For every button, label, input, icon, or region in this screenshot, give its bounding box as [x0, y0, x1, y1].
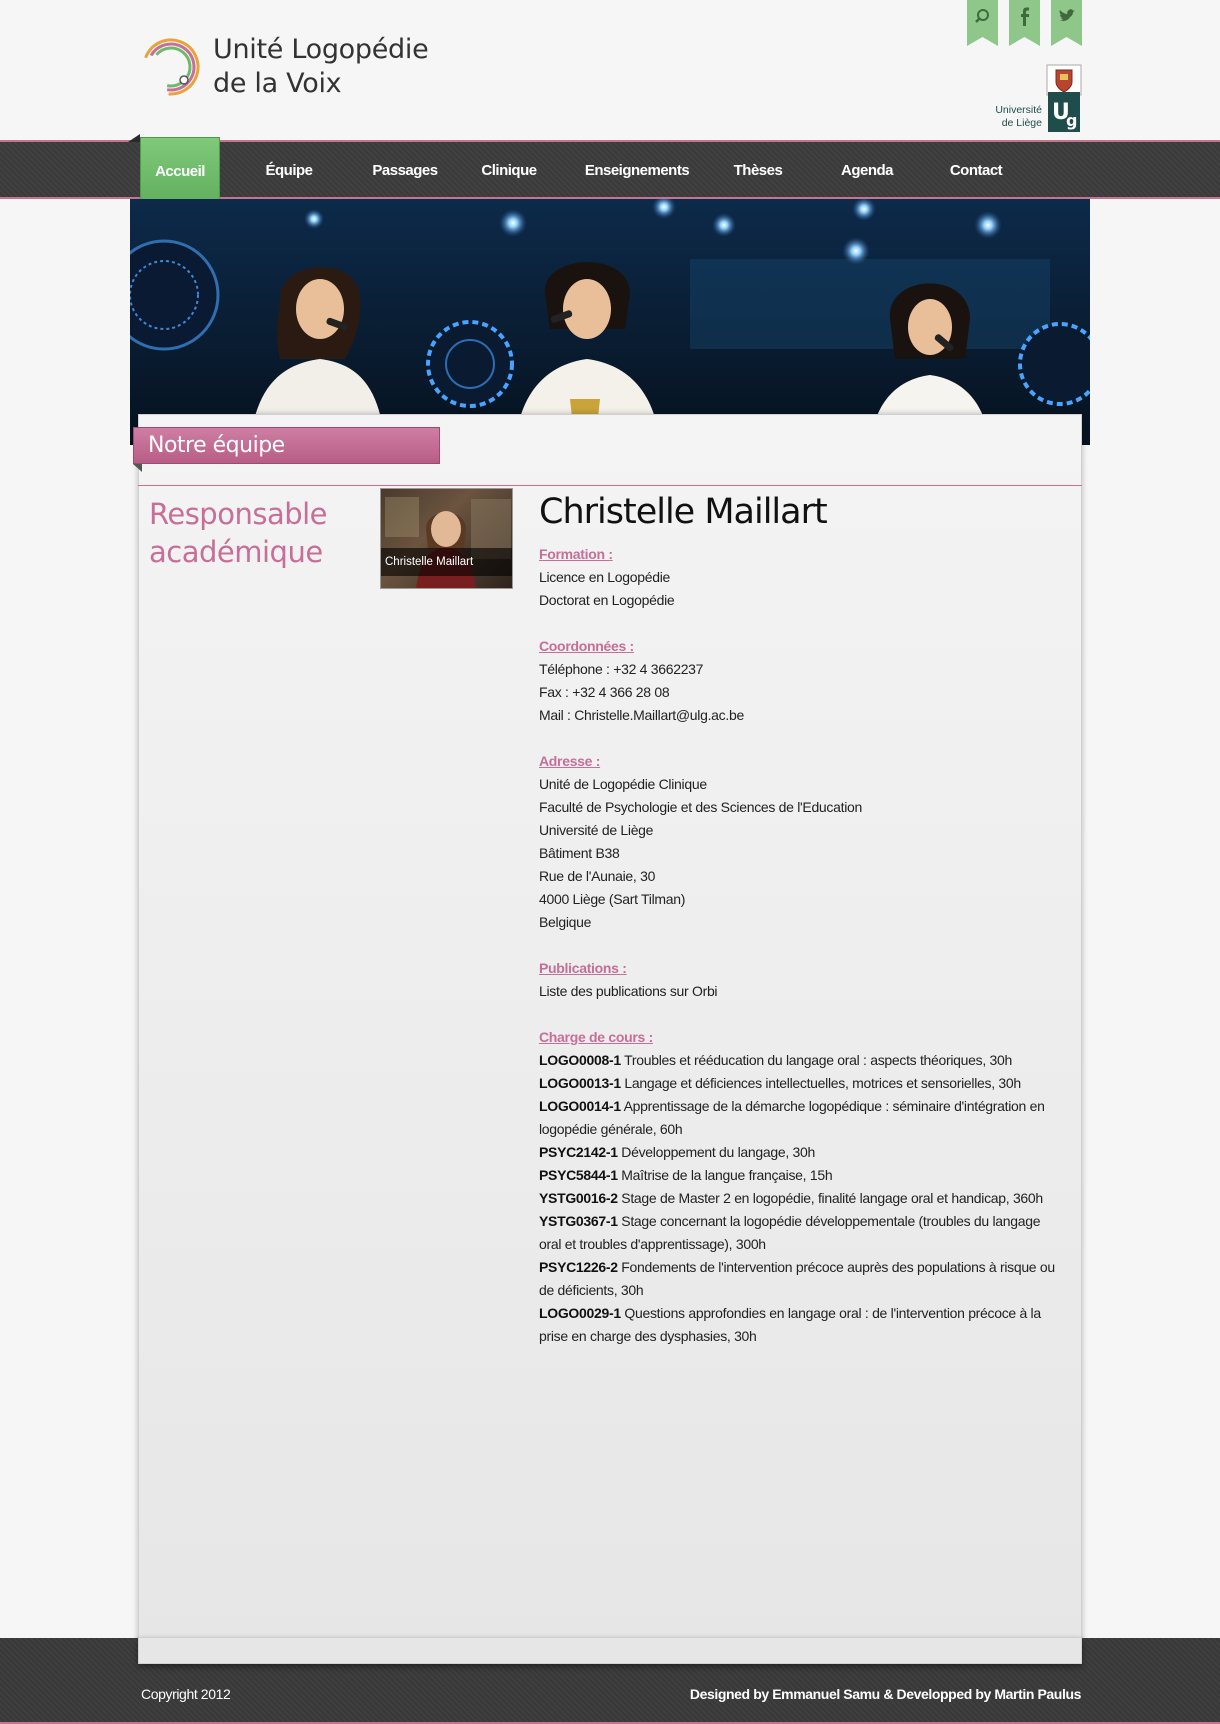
nav-theses[interactable]: Thèses	[722, 142, 794, 197]
content-panel-bottom-overlay	[138, 1638, 1082, 1664]
site-logo[interactable]	[140, 36, 202, 98]
formation-item: Doctorat en Logopédie	[539, 592, 675, 608]
address-line: Belgique	[539, 914, 592, 930]
course-text: Maîtrise de la langue française, 15h	[617, 1167, 833, 1183]
site-title[interactable]: Unité Logopédie de la Voix	[213, 33, 429, 101]
section-divider	[138, 485, 1082, 486]
credits-text[interactable]: Designed by Emmanuel Samu & Developped b…	[690, 1686, 1082, 1702]
course-code: PSYC1226-2	[539, 1259, 618, 1275]
nav-enseignements[interactable]: Enseignements	[582, 142, 692, 197]
search-button[interactable]	[967, 0, 998, 46]
person-details: Formation : Licence en Logopédie Doctora…	[539, 543, 1059, 1348]
course-item: LOGO0008-1 Troubles et rééducation du la…	[539, 1049, 1059, 1072]
search-icon	[967, 0, 998, 46]
nav-clinique[interactable]: Clinique	[470, 142, 548, 197]
nav-equipe[interactable]: Équipe	[248, 142, 330, 197]
course-item: YSTG0016-2 Stage de Master 2 en logopédi…	[539, 1187, 1059, 1210]
course-code: LOGO0013-1	[539, 1075, 621, 1091]
facebook-icon	[1009, 0, 1040, 46]
course-code: LOGO0008-1	[539, 1052, 621, 1068]
course-code: PSYC5844-1	[539, 1167, 618, 1183]
address-line: Unité de Logopédie Clinique	[539, 776, 707, 792]
nav-fold-decoration	[128, 134, 140, 142]
role-title: Responsable académique	[149, 497, 328, 569]
course-item: LOGO0013-1 Langage et déficiences intell…	[539, 1072, 1059, 1095]
person-name: Christelle Maillart	[539, 492, 828, 532]
course-item: YSTG0367-1 Stage concernant la logopédie…	[539, 1210, 1059, 1256]
university-logo[interactable]: Université de Liège U g	[984, 64, 1082, 134]
facebook-button[interactable]	[1009, 0, 1040, 46]
copyright-text: Copyright 2012	[141, 1686, 231, 1702]
course-item: LOGO0014-1 Apprentissage de la démarche …	[539, 1095, 1059, 1141]
mail-link[interactable]: Mail : Christelle.Maillart@ulg.ac.be	[539, 704, 1059, 727]
course-item: LOGO0029-1 Questions approfondies en lan…	[539, 1302, 1059, 1348]
phone-text: Téléphone : +32 4 3662237	[539, 661, 704, 677]
publications-label[interactable]: Publications :	[539, 957, 1059, 980]
nav-agenda[interactable]: Agenda	[828, 142, 906, 197]
course-item: PSYC2142-1 Développement du langage, 30h	[539, 1141, 1059, 1164]
nav-passages[interactable]: Passages	[362, 142, 448, 197]
ulg-crest-icon: U g	[1046, 64, 1082, 132]
main-nav: Accueil Équipe Passages Clinique Enseign…	[0, 137, 1220, 209]
publications-link[interactable]: Liste des publications sur Orbi	[539, 980, 1059, 1003]
formation-item: Licence en Logopédie	[539, 569, 671, 585]
section-title: Notre équipe	[133, 427, 440, 464]
course-code: YSTG0016-2	[539, 1190, 618, 1206]
course-item: PSYC1226-2 Fondements de l'intervention …	[539, 1256, 1059, 1302]
site-title-line1: Unité Logopédie	[213, 34, 429, 65]
courses-label[interactable]: Charge de cours :	[539, 1026, 1059, 1049]
person-photo-caption: Christelle Maillart	[381, 548, 512, 576]
university-name: Université de Liège	[995, 104, 1042, 130]
fax-text: Fax : +32 4 366 28 08	[539, 684, 670, 700]
course-text: Développement du langage, 30h	[617, 1144, 815, 1160]
twitter-icon	[1051, 0, 1082, 46]
banner-image	[130, 199, 1090, 445]
nav-contact[interactable]: Contact	[940, 142, 1012, 197]
formation-label[interactable]: Formation :	[539, 543, 1059, 566]
course-code: LOGO0029-1	[539, 1305, 621, 1321]
address-line: Bâtiment B38	[539, 845, 620, 861]
address-line: Faculté de Psychologie et des Sciences d…	[539, 799, 862, 815]
course-code: PSYC2142-1	[539, 1144, 618, 1160]
course-text: Langage et déficiences intellectuelles, …	[620, 1075, 1021, 1091]
course-code: YSTG0367-1	[539, 1213, 618, 1229]
address-line: Université de Liège	[539, 822, 654, 838]
address-line: 4000 Liège (Sart Tilman)	[539, 891, 686, 907]
university-name-line1: Université	[995, 104, 1042, 116]
svg-text:g: g	[1066, 111, 1077, 130]
course-text: Troubles et rééducation du langage oral …	[620, 1052, 1012, 1068]
twitter-button[interactable]	[1051, 0, 1082, 46]
site-title-line2: de la Voix	[213, 68, 342, 99]
course-text: Stage de Master 2 en logopédie, finalité…	[617, 1190, 1043, 1206]
course-item: PSYC5844-1 Maîtrise de la langue françai…	[539, 1164, 1059, 1187]
university-name-line2: de Liège	[1001, 117, 1042, 129]
contact-label[interactable]: Coordonnées :	[539, 635, 1059, 658]
course-code: LOGO0014-1	[539, 1098, 621, 1114]
address-label[interactable]: Adresse :	[539, 750, 1059, 773]
address-line: Rue de l'Aunaie, 30	[539, 868, 656, 884]
person-photo[interactable]: Christelle Maillart	[380, 488, 513, 589]
